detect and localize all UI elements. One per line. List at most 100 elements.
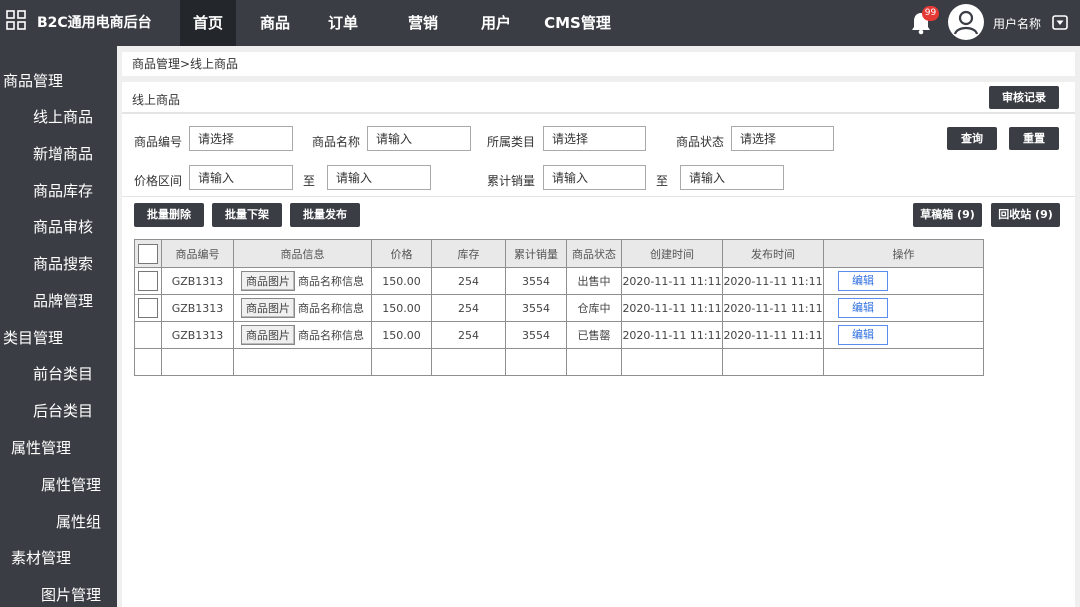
price-cell: 150.00	[371, 294, 432, 322]
table-row: GZB1313 商品图片 商品名称信息 150.00 254 3554 仓库中 2…	[134, 294, 984, 322]
sidebar-item-add-product[interactable]: 新增商品	[0, 136, 117, 172]
table-row: GZB1313 商品图片 商品名称信息 150.00 254 3554 出售中 2…	[134, 267, 984, 295]
nav-orders[interactable]: 订单	[318, 0, 368, 46]
price-min-input[interactable]	[189, 165, 293, 190]
action-cell: 编辑	[823, 294, 984, 322]
column-header: 创建时间	[621, 239, 723, 268]
stock-cell: 254	[431, 267, 506, 295]
sales-min-input[interactable]	[543, 165, 646, 190]
edit-button[interactable]: 编辑	[838, 271, 888, 291]
product-code-cell: GZB1313	[161, 321, 234, 349]
status-select[interactable]	[731, 126, 834, 151]
sales-cell: 3554	[505, 321, 567, 349]
select-all-cell	[134, 239, 162, 268]
recycle-bin-button[interactable]: 回收站 (9)	[991, 203, 1060, 227]
product-name: 商品名称信息	[298, 329, 364, 342]
column-header: 库存	[431, 239, 506, 268]
column-header: 价格	[371, 239, 432, 268]
row-checkbox[interactable]	[138, 298, 158, 318]
price-range-label: 价格区间	[134, 174, 183, 188]
table-row: GZB1313 商品图片 商品名称信息 150.00 254 3554 已售罄 2…	[134, 321, 984, 349]
column-header: 商品状态	[566, 239, 622, 268]
created-time-cell: 2020-11-11 11:11	[621, 321, 723, 349]
sidebar-item-online-products[interactable]: 线上商品	[0, 99, 117, 135]
sidebar-item-product-review[interactable]: 商品审核	[0, 209, 117, 245]
reset-button[interactable]: 重置	[1009, 127, 1059, 150]
notification-badge: 99	[922, 6, 939, 21]
column-header: 操作	[823, 239, 984, 268]
select-all-checkbox[interactable]	[138, 243, 158, 264]
price-cell: 150.00	[371, 267, 432, 295]
row-select-cell	[134, 267, 162, 295]
row-select-cell	[134, 321, 162, 349]
sales-max-input[interactable]	[680, 165, 784, 190]
sidebar-item-back-category[interactable]: 后台类目	[0, 393, 117, 429]
nav-cms[interactable]: CMS管理	[540, 0, 615, 46]
grid-icon	[6, 10, 26, 30]
sidebar-group-asset-management[interactable]: 素材管理	[0, 540, 117, 576]
action-cell: 编辑	[823, 321, 984, 349]
category-select[interactable]	[543, 126, 646, 151]
sidebar-item-attribute-group[interactable]: 属性组	[0, 504, 117, 540]
product-table: 商品编号 商品信息 价格 库存 累计销量 商品状态 创建时间 发布时间 操作 G…	[134, 239, 984, 376]
created-time-cell: 2020-11-11 11:11	[621, 294, 723, 322]
batch-offline-button[interactable]: 批量下架	[212, 203, 282, 227]
table-header-row: 商品编号 商品信息 价格 库存 累计销量 商品状态 创建时间 发布时间 操作	[134, 239, 984, 268]
top-navbar: B2C通用电商后台 首页 商品 订单 营销 用户 CMS管理 99 用户名称	[0, 0, 1080, 46]
nav-users[interactable]: 用户	[471, 0, 521, 46]
product-info-cell: 商品图片 商品名称信息	[233, 267, 372, 295]
sales-to-label: 至	[656, 174, 669, 188]
published-time-cell: 2020-11-11 11:11	[722, 267, 824, 295]
sales-range-label: 累计销量	[487, 174, 536, 188]
status-cell: 出售中	[566, 267, 622, 295]
nav-marketing[interactable]: 营销	[398, 0, 448, 46]
status-cell: 已售罄	[566, 321, 622, 349]
sidebar-item-front-category[interactable]: 前台类目	[0, 356, 117, 392]
sidebar-item-product-search[interactable]: 商品搜索	[0, 246, 117, 282]
product-image-button[interactable]: 商品图片	[241, 298, 295, 318]
product-name-input[interactable]	[367, 126, 471, 151]
batch-delete-button[interactable]: 批量删除	[134, 203, 204, 227]
app-title: B2C通用电商后台	[37, 15, 152, 31]
nav-products[interactable]: 商品	[250, 0, 300, 46]
product-code-cell: GZB1313	[161, 267, 234, 295]
audit-records-button[interactable]: 审核记录	[989, 86, 1059, 109]
drafts-button[interactable]: 草稿箱 (9)	[913, 203, 982, 227]
product-code-select[interactable]	[189, 126, 293, 151]
action-cell: 编辑	[823, 267, 984, 295]
published-time-cell: 2020-11-11 11:11	[722, 294, 824, 322]
user-avatar-icon[interactable]	[948, 4, 984, 40]
breadcrumb: 商品管理>线上商品	[122, 52, 1075, 76]
product-image-button[interactable]: 商品图片	[241, 325, 295, 345]
product-name: 商品名称信息	[298, 275, 364, 288]
column-header: 发布时间	[722, 239, 824, 268]
price-max-input[interactable]	[327, 165, 431, 190]
sidebar-item-image-management[interactable]: 图片管理	[0, 577, 117, 607]
edit-button[interactable]: 编辑	[838, 325, 888, 345]
sidebar-item-brand-management[interactable]: 品牌管理	[0, 283, 117, 319]
caret-down-icon[interactable]	[1052, 15, 1068, 30]
column-header: 累计销量	[505, 239, 567, 268]
sidebar-group-category-management[interactable]: 类目管理	[0, 320, 117, 356]
edit-button[interactable]: 编辑	[838, 298, 888, 318]
sidebar-item-inventory[interactable]: 商品库存	[0, 173, 117, 209]
row-select-cell	[134, 294, 162, 322]
stock-cell: 254	[431, 294, 506, 322]
status-cell: 仓库中	[566, 294, 622, 322]
divider	[122, 196, 1075, 197]
main-panel: 线上商品 审核记录 商品编号 商品名称 所属类目 商品状态 查询 重置 价格区间…	[122, 82, 1075, 607]
sidebar-item-attribute-management[interactable]: 属性管理	[0, 467, 117, 503]
sidebar-group-product-management[interactable]: 商品管理	[0, 63, 117, 99]
batch-publish-button[interactable]: 批量发布	[290, 203, 360, 227]
row-checkbox[interactable]	[138, 271, 158, 291]
product-image-button[interactable]: 商品图片	[241, 271, 295, 291]
sales-cell: 3554	[505, 294, 567, 322]
product-info-cell: 商品图片 商品名称信息	[233, 294, 372, 322]
sidebar-group-attribute-management[interactable]: 属性管理	[0, 430, 117, 466]
column-header: 商品编号	[161, 239, 234, 268]
query-button[interactable]: 查询	[947, 127, 997, 150]
nav-home[interactable]: 首页	[180, 0, 236, 46]
price-cell: 150.00	[371, 321, 432, 349]
section-header: 线上商品 审核记录	[122, 82, 1075, 114]
username[interactable]: 用户名称	[993, 15, 1041, 32]
